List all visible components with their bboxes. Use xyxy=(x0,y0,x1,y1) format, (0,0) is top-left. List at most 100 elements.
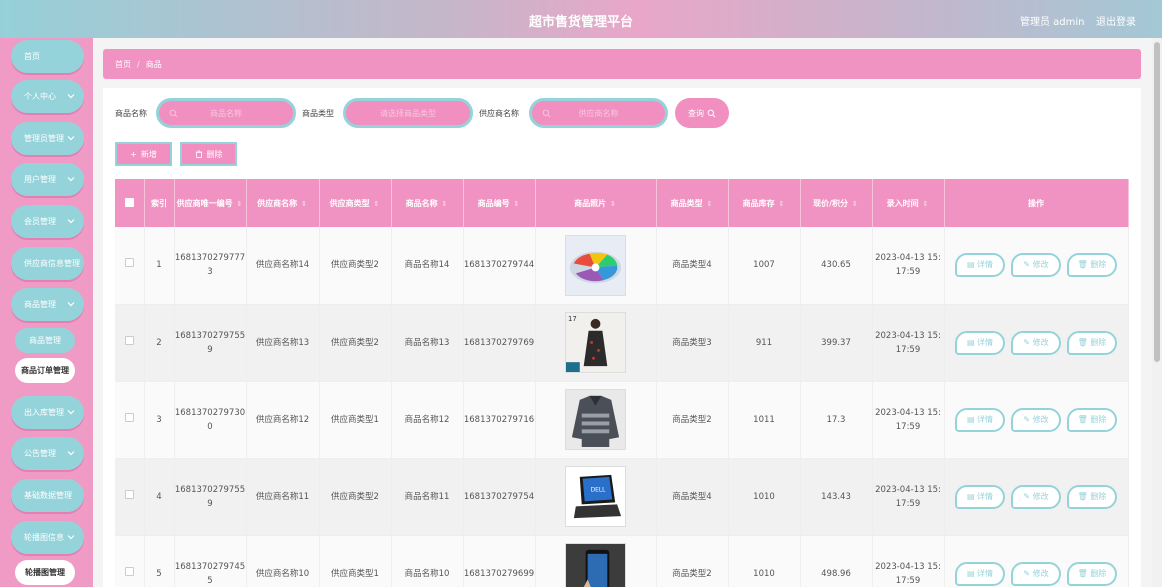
breadcrumb-home[interactable]: 首页 xyxy=(115,59,131,70)
delete-row-button[interactable]: 🗑 删除 xyxy=(1067,407,1117,432)
cell-goods-name: 商品名称13 xyxy=(391,304,464,382)
detail-button[interactable]: ▤ 详情 xyxy=(955,561,1005,586)
select-all-cell[interactable] xyxy=(115,179,145,227)
edit-button[interactable]: ✎ 修改 xyxy=(1011,330,1061,355)
submenu-carousel-manage[interactable]: 轮播图管理 xyxy=(15,560,75,585)
batch-delete-button[interactable]: 删除 xyxy=(180,142,237,166)
column-header[interactable]: 商品库存 ⇕ xyxy=(728,179,801,227)
table-row: 5 16813702797455 供应商名称10 供应商类型1 商品名称10 168137… xyxy=(115,535,1129,587)
sort-icon[interactable]: ⇕ xyxy=(512,200,520,208)
column-header[interactable]: 供应商名称 ⇕ xyxy=(246,179,320,227)
sort-icon[interactable]: ⇕ xyxy=(440,200,448,208)
type-select[interactable]: 请选择商品类型 xyxy=(343,98,473,128)
row-checkbox[interactable] xyxy=(124,335,134,345)
submenu-goods-orders[interactable]: 商品订单管理 xyxy=(15,358,75,383)
delete-row-button[interactable]: 🗑 删除 xyxy=(1067,330,1117,355)
sidebar-item-profile[interactable]: 个人中心 xyxy=(11,80,84,113)
cell-time: 2023-04-13 15:17:59 xyxy=(872,381,945,459)
row-select-cell[interactable] xyxy=(115,227,145,305)
detail-button[interactable]: ▤ 详情 xyxy=(955,253,1005,278)
row-checkbox[interactable] xyxy=(124,566,134,576)
row-select-cell[interactable] xyxy=(115,458,145,536)
row-checkbox[interactable] xyxy=(124,412,134,422)
sidebar-item-basic-data[interactable]: 基础数据管理 xyxy=(11,479,84,512)
sidebar-item-goods[interactable]: 商品管理 xyxy=(11,288,84,321)
delete-row-button[interactable]: 🗑 删除 xyxy=(1067,484,1117,509)
sort-icon[interactable]: ⇕ xyxy=(372,200,380,208)
cell-goods-code: 1681370279769 xyxy=(463,304,536,382)
cell-price: 399.37 xyxy=(800,304,873,382)
column-header[interactable]: 商品名称 ⇕ xyxy=(391,179,464,227)
table-row: 2 16813702797559 供应商名称13 供应商类型2 商品名称13 168137… xyxy=(115,304,1129,382)
edit-button[interactable]: ✎ 修改 xyxy=(1011,253,1061,278)
sidebar-item-notices[interactable]: 公告管理 xyxy=(11,437,84,470)
cell-goods-name: 商品名称10 xyxy=(391,535,464,587)
row-checkbox[interactable] xyxy=(124,258,134,268)
sidebar-item-members[interactable]: 会员管理 xyxy=(11,205,84,238)
trash-icon: 🗑 xyxy=(1077,337,1091,347)
pencil-icon: ✎ xyxy=(1023,337,1033,347)
add-button[interactable]: + 新增 xyxy=(115,142,172,166)
page-scrollbar[interactable] xyxy=(1152,38,1162,587)
column-header[interactable]: 供应商唯一编号 ⇕ xyxy=(174,179,247,227)
column-header[interactable]: 商品类型 ⇕ xyxy=(656,179,729,227)
cell-index: 2 xyxy=(144,304,175,382)
sort-icon[interactable]: ⇕ xyxy=(777,200,785,208)
logout-link[interactable]: 退出登录 xyxy=(1096,13,1136,28)
sidebar-item-users[interactable]: 用户管理 xyxy=(11,163,84,196)
chevron-down-icon xyxy=(67,410,75,415)
submenu-goods-manage[interactable]: 商品管理 xyxy=(15,328,75,353)
goods-photo-dress[interactable]: 17 xyxy=(565,312,626,373)
column-header[interactable]: 录入时间 ⇕ xyxy=(872,179,945,227)
search-button[interactable]: 查询 xyxy=(675,98,729,128)
chevron-down-icon xyxy=(67,94,75,99)
chevron-down-icon xyxy=(67,302,75,307)
edit-button[interactable]: ✎ 修改 xyxy=(1011,561,1061,586)
cell-goods-type: 商品类型4 xyxy=(656,227,729,305)
name-search-input[interactable]: 商品名称 xyxy=(156,98,296,128)
select-all-checkbox[interactable] xyxy=(124,197,134,207)
goods-photo-sweater[interactable] xyxy=(565,389,626,450)
cell-time: 2023-04-13 15:17:59 xyxy=(872,458,945,536)
cell-supplier-name: 供应商名称13 xyxy=(246,304,320,382)
cell-goods-photo: DELL xyxy=(535,458,657,536)
sort-icon[interactable]: ⇕ xyxy=(921,200,929,208)
sidebar-item-suppliers[interactable]: 供应商信息管理 xyxy=(11,247,84,280)
column-header[interactable]: 现价/积分 ⇕ xyxy=(800,179,873,227)
sort-icon[interactable]: ⇕ xyxy=(705,200,713,208)
plus-icon: + xyxy=(130,149,137,159)
sidebar-item-carousel[interactable]: 轮播图信息 xyxy=(11,521,84,554)
row-select-cell[interactable] xyxy=(115,381,145,459)
detail-button[interactable]: ▤ 详情 xyxy=(955,407,1005,432)
sidebar-item-home[interactable]: 首页 xyxy=(11,40,84,73)
cell-supplier-name: 供应商名称11 xyxy=(246,458,320,536)
sort-icon[interactable]: ⇕ xyxy=(300,200,308,208)
row-select-cell[interactable] xyxy=(115,535,145,587)
sidebar-item-label: 会员管理 xyxy=(24,217,56,226)
scrollbar-thumb[interactable] xyxy=(1154,42,1160,362)
detail-button[interactable]: ▤ 详情 xyxy=(955,330,1005,355)
delete-row-button[interactable]: 🗑 删除 xyxy=(1067,253,1117,278)
goods-photo-plates[interactable] xyxy=(565,234,626,296)
detail-button[interactable]: ▤ 详情 xyxy=(955,484,1005,509)
edit-button[interactable]: ✎ 修改 xyxy=(1011,407,1061,432)
column-header[interactable]: 商品照片 ⇕ xyxy=(535,179,657,227)
delete-row-button[interactable]: 🗑 删除 xyxy=(1067,561,1117,586)
sort-icon[interactable]: ⇕ xyxy=(609,200,617,208)
type-filter-label: 商品类型 xyxy=(302,109,334,118)
column-header[interactable]: 供应商类型 ⇕ xyxy=(319,179,392,227)
sort-icon[interactable]: ⇕ xyxy=(235,200,243,208)
sidebar-item-label: 个人中心 xyxy=(24,92,56,101)
sort-icon[interactable]: ⇕ xyxy=(851,200,859,208)
sidebar-item-label: 首页 xyxy=(24,52,40,61)
supplier-search-input[interactable]: 供应商名称 xyxy=(529,98,668,128)
sidebar-item-admin[interactable]: 管理员管理 xyxy=(11,122,84,155)
row-checkbox[interactable] xyxy=(124,489,134,499)
column-header[interactable]: 商品编号 ⇕ xyxy=(463,179,536,227)
row-select-cell[interactable] xyxy=(115,304,145,382)
goods-photo-phone[interactable] xyxy=(565,543,626,587)
sidebar-item-stock[interactable]: 出入库管理 xyxy=(11,396,84,429)
trash-icon: 🗑 xyxy=(1077,260,1091,270)
edit-button[interactable]: ✎ 修改 xyxy=(1011,484,1061,509)
goods-photo-laptop[interactable]: DELL xyxy=(565,466,626,527)
